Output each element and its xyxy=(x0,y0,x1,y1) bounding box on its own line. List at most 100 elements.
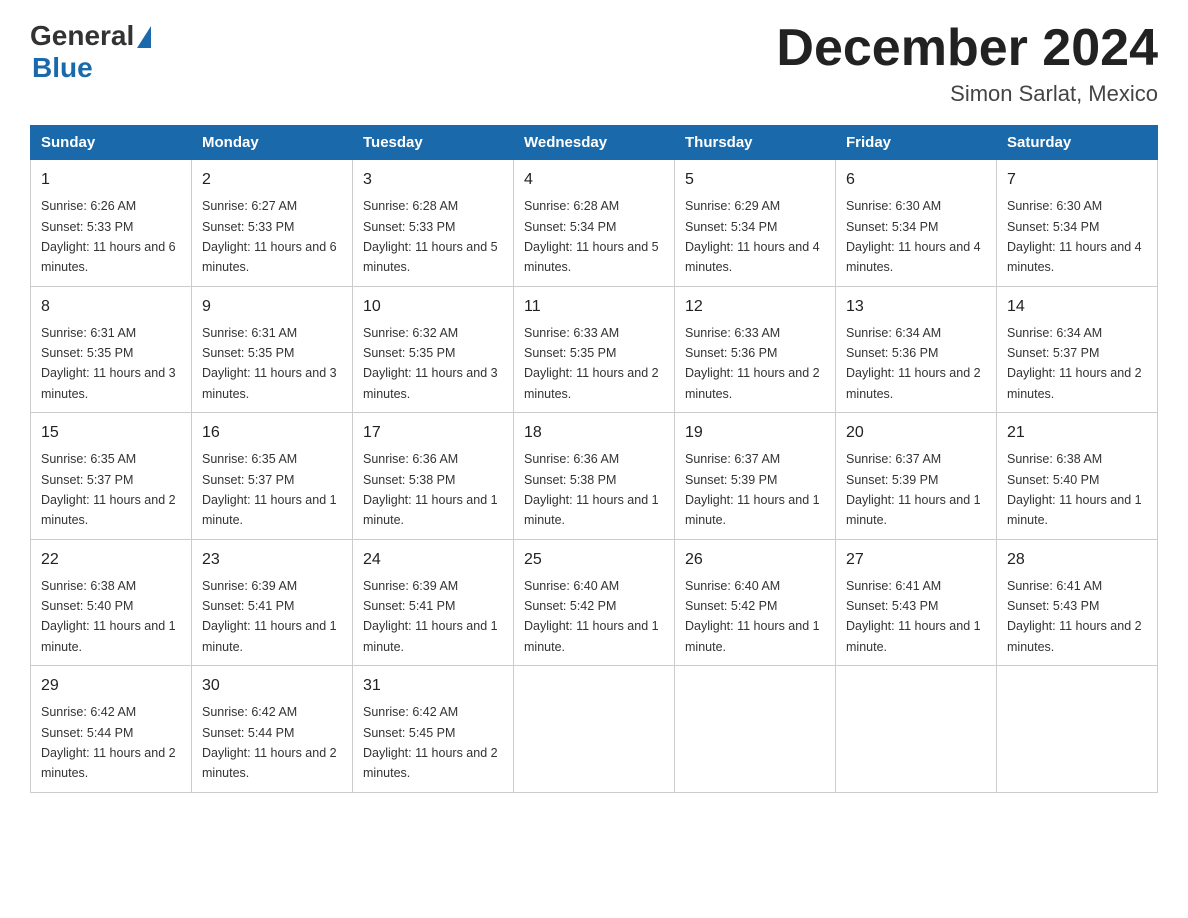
day-number: 28 xyxy=(1007,548,1147,572)
day-info: Sunrise: 6:42 AMSunset: 5:44 PMDaylight:… xyxy=(202,705,337,780)
calendar-cell xyxy=(514,666,675,793)
header-day-saturday: Saturday xyxy=(997,126,1158,160)
calendar-cell: 25 Sunrise: 6:40 AMSunset: 5:42 PMDaylig… xyxy=(514,539,675,666)
day-number: 16 xyxy=(202,421,342,445)
calendar-cell: 7 Sunrise: 6:30 AMSunset: 5:34 PMDayligh… xyxy=(997,160,1158,287)
calendar-cell: 28 Sunrise: 6:41 AMSunset: 5:43 PMDaylig… xyxy=(997,539,1158,666)
day-info: Sunrise: 6:38 AMSunset: 5:40 PMDaylight:… xyxy=(1007,452,1142,527)
calendar-cell: 20 Sunrise: 6:37 AMSunset: 5:39 PMDaylig… xyxy=(836,413,997,540)
calendar-cell xyxy=(836,666,997,793)
day-info: Sunrise: 6:39 AMSunset: 5:41 PMDaylight:… xyxy=(363,579,498,654)
day-info: Sunrise: 6:28 AMSunset: 5:34 PMDaylight:… xyxy=(524,199,659,274)
calendar-cell: 1 Sunrise: 6:26 AMSunset: 5:33 PMDayligh… xyxy=(31,160,192,287)
day-number: 15 xyxy=(41,421,181,445)
day-info: Sunrise: 6:31 AMSunset: 5:35 PMDaylight:… xyxy=(202,326,337,401)
calendar-subtitle: Simon Sarlat, Mexico xyxy=(776,81,1158,107)
day-number: 6 xyxy=(846,168,986,192)
day-info: Sunrise: 6:30 AMSunset: 5:34 PMDaylight:… xyxy=(846,199,981,274)
day-info: Sunrise: 6:42 AMSunset: 5:44 PMDaylight:… xyxy=(41,705,176,780)
calendar-cell: 27 Sunrise: 6:41 AMSunset: 5:43 PMDaylig… xyxy=(836,539,997,666)
day-number: 14 xyxy=(1007,295,1147,319)
day-info: Sunrise: 6:30 AMSunset: 5:34 PMDaylight:… xyxy=(1007,199,1142,274)
logo-blue: Blue xyxy=(32,52,93,84)
day-info: Sunrise: 6:36 AMSunset: 5:38 PMDaylight:… xyxy=(524,452,659,527)
day-info: Sunrise: 6:42 AMSunset: 5:45 PMDaylight:… xyxy=(363,705,498,780)
day-number: 11 xyxy=(524,295,664,319)
calendar-cell: 22 Sunrise: 6:38 AMSunset: 5:40 PMDaylig… xyxy=(31,539,192,666)
day-info: Sunrise: 6:40 AMSunset: 5:42 PMDaylight:… xyxy=(524,579,659,654)
calendar-week-row: 8 Sunrise: 6:31 AMSunset: 5:35 PMDayligh… xyxy=(31,286,1158,413)
calendar-cell xyxy=(675,666,836,793)
calendar-cell: 14 Sunrise: 6:34 AMSunset: 5:37 PMDaylig… xyxy=(997,286,1158,413)
day-info: Sunrise: 6:34 AMSunset: 5:36 PMDaylight:… xyxy=(846,326,981,401)
day-number: 20 xyxy=(846,421,986,445)
day-number: 22 xyxy=(41,548,181,572)
header-day-wednesday: Wednesday xyxy=(514,126,675,160)
day-number: 2 xyxy=(202,168,342,192)
day-number: 5 xyxy=(685,168,825,192)
calendar-cell: 31 Sunrise: 6:42 AMSunset: 5:45 PMDaylig… xyxy=(353,666,514,793)
calendar-week-row: 22 Sunrise: 6:38 AMSunset: 5:40 PMDaylig… xyxy=(31,539,1158,666)
calendar-cell: 18 Sunrise: 6:36 AMSunset: 5:38 PMDaylig… xyxy=(514,413,675,540)
calendar-cell: 12 Sunrise: 6:33 AMSunset: 5:36 PMDaylig… xyxy=(675,286,836,413)
calendar-cell: 3 Sunrise: 6:28 AMSunset: 5:33 PMDayligh… xyxy=(353,160,514,287)
day-number: 3 xyxy=(363,168,503,192)
day-info: Sunrise: 6:29 AMSunset: 5:34 PMDaylight:… xyxy=(685,199,820,274)
calendar-cell: 21 Sunrise: 6:38 AMSunset: 5:40 PMDaylig… xyxy=(997,413,1158,540)
day-number: 1 xyxy=(41,168,181,192)
day-number: 29 xyxy=(41,674,181,698)
day-number: 24 xyxy=(363,548,503,572)
calendar-cell: 16 Sunrise: 6:35 AMSunset: 5:37 PMDaylig… xyxy=(192,413,353,540)
day-info: Sunrise: 6:26 AMSunset: 5:33 PMDaylight:… xyxy=(41,199,176,274)
calendar-cell: 5 Sunrise: 6:29 AMSunset: 5:34 PMDayligh… xyxy=(675,160,836,287)
day-info: Sunrise: 6:37 AMSunset: 5:39 PMDaylight:… xyxy=(846,452,981,527)
calendar-header: SundayMondayTuesdayWednesdayThursdayFrid… xyxy=(31,126,1158,160)
calendar-cell: 11 Sunrise: 6:33 AMSunset: 5:35 PMDaylig… xyxy=(514,286,675,413)
title-block: December 2024 Simon Sarlat, Mexico xyxy=(776,20,1158,107)
day-number: 18 xyxy=(524,421,664,445)
day-number: 31 xyxy=(363,674,503,698)
logo-general: General xyxy=(30,20,134,52)
day-number: 10 xyxy=(363,295,503,319)
calendar-cell: 29 Sunrise: 6:42 AMSunset: 5:44 PMDaylig… xyxy=(31,666,192,793)
calendar-cell: 2 Sunrise: 6:27 AMSunset: 5:33 PMDayligh… xyxy=(192,160,353,287)
day-info: Sunrise: 6:35 AMSunset: 5:37 PMDaylight:… xyxy=(202,452,337,527)
calendar-cell xyxy=(997,666,1158,793)
header-day-tuesday: Tuesday xyxy=(353,126,514,160)
calendar-cell: 13 Sunrise: 6:34 AMSunset: 5:36 PMDaylig… xyxy=(836,286,997,413)
page-header: General Blue December 2024 Simon Sarlat,… xyxy=(30,20,1158,107)
day-info: Sunrise: 6:28 AMSunset: 5:33 PMDaylight:… xyxy=(363,199,498,274)
day-number: 25 xyxy=(524,548,664,572)
day-info: Sunrise: 6:41 AMSunset: 5:43 PMDaylight:… xyxy=(1007,579,1142,654)
header-day-thursday: Thursday xyxy=(675,126,836,160)
calendar-week-row: 1 Sunrise: 6:26 AMSunset: 5:33 PMDayligh… xyxy=(31,160,1158,287)
calendar-week-row: 15 Sunrise: 6:35 AMSunset: 5:37 PMDaylig… xyxy=(31,413,1158,540)
calendar-cell: 10 Sunrise: 6:32 AMSunset: 5:35 PMDaylig… xyxy=(353,286,514,413)
calendar-cell: 9 Sunrise: 6:31 AMSunset: 5:35 PMDayligh… xyxy=(192,286,353,413)
day-number: 27 xyxy=(846,548,986,572)
day-info: Sunrise: 6:35 AMSunset: 5:37 PMDaylight:… xyxy=(41,452,176,527)
calendar-cell: 17 Sunrise: 6:36 AMSunset: 5:38 PMDaylig… xyxy=(353,413,514,540)
calendar-week-row: 29 Sunrise: 6:42 AMSunset: 5:44 PMDaylig… xyxy=(31,666,1158,793)
calendar-cell: 23 Sunrise: 6:39 AMSunset: 5:41 PMDaylig… xyxy=(192,539,353,666)
calendar-body: 1 Sunrise: 6:26 AMSunset: 5:33 PMDayligh… xyxy=(31,160,1158,793)
day-number: 26 xyxy=(685,548,825,572)
day-info: Sunrise: 6:41 AMSunset: 5:43 PMDaylight:… xyxy=(846,579,981,654)
day-info: Sunrise: 6:40 AMSunset: 5:42 PMDaylight:… xyxy=(685,579,820,654)
day-info: Sunrise: 6:36 AMSunset: 5:38 PMDaylight:… xyxy=(363,452,498,527)
day-info: Sunrise: 6:31 AMSunset: 5:35 PMDaylight:… xyxy=(41,326,176,401)
header-day-sunday: Sunday xyxy=(31,126,192,160)
calendar-table: SundayMondayTuesdayWednesdayThursdayFrid… xyxy=(30,125,1158,793)
calendar-cell: 6 Sunrise: 6:30 AMSunset: 5:34 PMDayligh… xyxy=(836,160,997,287)
day-number: 9 xyxy=(202,295,342,319)
logo: General Blue xyxy=(30,20,151,84)
day-number: 17 xyxy=(363,421,503,445)
header-day-monday: Monday xyxy=(192,126,353,160)
calendar-cell: 24 Sunrise: 6:39 AMSunset: 5:41 PMDaylig… xyxy=(353,539,514,666)
day-info: Sunrise: 6:27 AMSunset: 5:33 PMDaylight:… xyxy=(202,199,337,274)
calendar-cell: 30 Sunrise: 6:42 AMSunset: 5:44 PMDaylig… xyxy=(192,666,353,793)
day-number: 4 xyxy=(524,168,664,192)
day-number: 21 xyxy=(1007,421,1147,445)
day-number: 12 xyxy=(685,295,825,319)
day-info: Sunrise: 6:33 AMSunset: 5:36 PMDaylight:… xyxy=(685,326,820,401)
